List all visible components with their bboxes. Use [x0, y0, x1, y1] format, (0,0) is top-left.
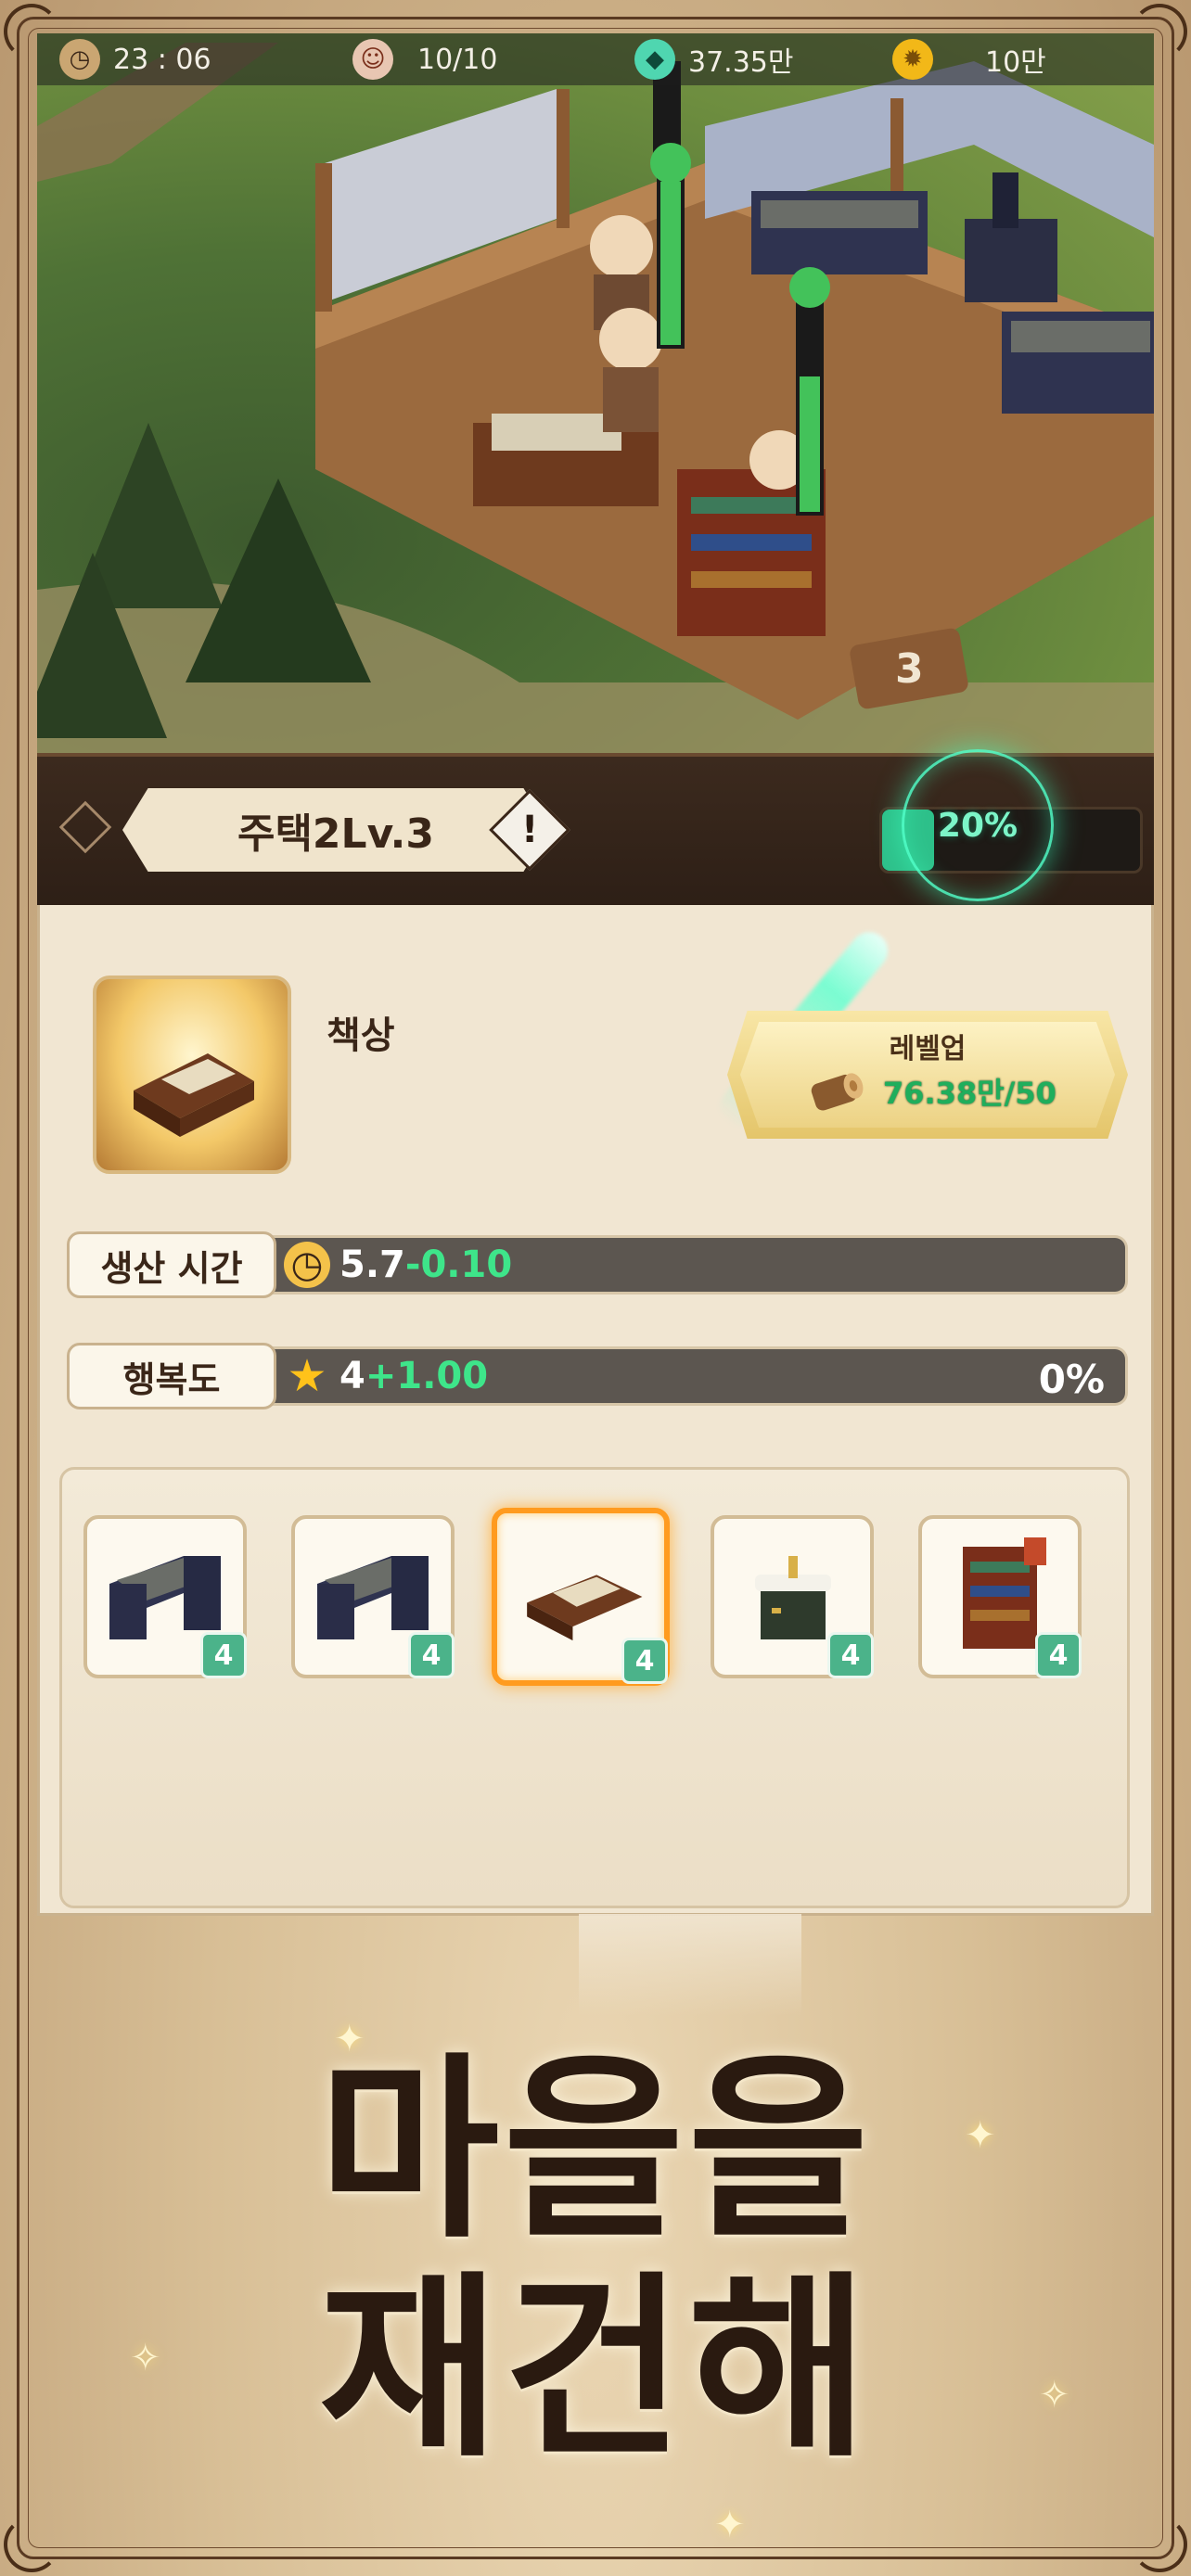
production-time-bonus: -0.10 — [404, 1243, 513, 1286]
item-name: 책상 — [327, 1014, 395, 1057]
furniture-level-badge: 4 — [200, 1632, 247, 1678]
gold-status: ✹ 10만 — [892, 33, 1046, 85]
progress-percent: 20% — [937, 806, 1018, 845]
furniture-slot-5[interactable]: 4 — [918, 1515, 1082, 1678]
population-status: ☺ 10/10 — [352, 33, 497, 85]
sparkle-icon: ✧ — [130, 2337, 161, 2379]
ornament-left-icon — [58, 800, 112, 854]
headline-line-2: 재건해 — [318, 2252, 873, 2483]
sparkle-icon: ✦ — [334, 2018, 365, 2060]
furniture-level-badge: 4 — [827, 1632, 874, 1678]
furniture-level-badge: 4 — [1035, 1632, 1082, 1678]
production-time-base: 5.7 — [339, 1243, 405, 1286]
info-icon: ! — [520, 809, 539, 851]
village-scene-art: 3 — [37, 43, 1154, 757]
production-time-row: 생산 시간 ◷ 5.7 -0.10 — [67, 1231, 1128, 1298]
clock-value: 23 : 06 — [113, 43, 211, 76]
wood-log-icon — [811, 1073, 864, 1111]
corner-flourish-icon — [4, 4, 59, 59]
corner-flourish-icon — [1132, 2517, 1187, 2572]
gold-value: 10만 — [985, 46, 1046, 79]
happiness-bonus: +1.00 — [365, 1355, 489, 1397]
furniture-level-badge: 4 — [621, 1638, 668, 1684]
happiness-label: 행복도 — [67, 1343, 276, 1409]
villager-icon: ☺ — [352, 39, 393, 80]
furniture-slot-1[interactable]: 4 — [83, 1515, 247, 1678]
gold-coin-icon: ✹ — [892, 39, 933, 80]
happiness-bar: ★ 4 +1.00 0% — [271, 1346, 1128, 1406]
gem-icon: ◆ — [634, 39, 675, 80]
happiness-row: 행복도 ★ 4 +1.00 0% — [67, 1343, 1128, 1409]
progress-ring: 20% — [902, 749, 1054, 901]
gem-status: ◆ 37.35만 — [634, 33, 793, 85]
population-value: 10/10 — [417, 43, 498, 76]
corner-flourish-icon — [4, 2517, 59, 2572]
furniture-slot-4[interactable]: 4 — [711, 1515, 874, 1678]
furniture-slot-2[interactable]: 4 — [291, 1515, 455, 1678]
panel-tab-stub — [579, 1914, 801, 2016]
sparkle-icon: ✧ — [1039, 2374, 1070, 2417]
game-scene[interactable]: 3 — [37, 33, 1154, 757]
furniture-slot-3-selected[interactable]: 4 — [492, 1508, 670, 1686]
production-time-bar: ◷ 5.7 -0.10 — [271, 1235, 1128, 1294]
production-time-label: 생산 시간 — [67, 1231, 276, 1298]
corner-flourish-icon — [1132, 4, 1187, 59]
happiness-base: 4 — [339, 1355, 365, 1397]
clock-status: ◷ 23 : 06 — [59, 33, 211, 85]
happiness-percent: 0% — [1038, 1357, 1105, 1402]
levelup-label: 레벨업 — [889, 1033, 967, 1065]
item-thumbnail — [93, 976, 291, 1174]
building-title: 주택2Lv.3 — [237, 810, 435, 858]
building-title-plate: 주택2Lv.3 — [122, 788, 549, 872]
gem-value: 37.35만 — [688, 46, 794, 79]
headline-line-1: 마을을 — [318, 2034, 873, 2264]
clock-icon: ◷ — [59, 39, 100, 80]
desk-icon — [134, 1053, 254, 1137]
stopwatch-icon: ◷ — [284, 1242, 330, 1288]
furniture-level-badge: 4 — [408, 1632, 455, 1678]
top-status-bar: ◷ 23 : 06 ☺ 10/10 ◆ 37.35만 ✹ 10만 — [37, 33, 1154, 85]
sparkle-icon: ✦ — [965, 2114, 996, 2157]
levelup-cost: 76.38만/50 — [883, 1076, 1057, 1111]
star-icon: ★ — [287, 1350, 327, 1402]
svg-text:3: 3 — [895, 645, 924, 693]
sparkle-icon: ✦ — [714, 2504, 746, 2546]
levelup-cost-row: 76.38만/50 — [807, 1068, 1057, 1115]
